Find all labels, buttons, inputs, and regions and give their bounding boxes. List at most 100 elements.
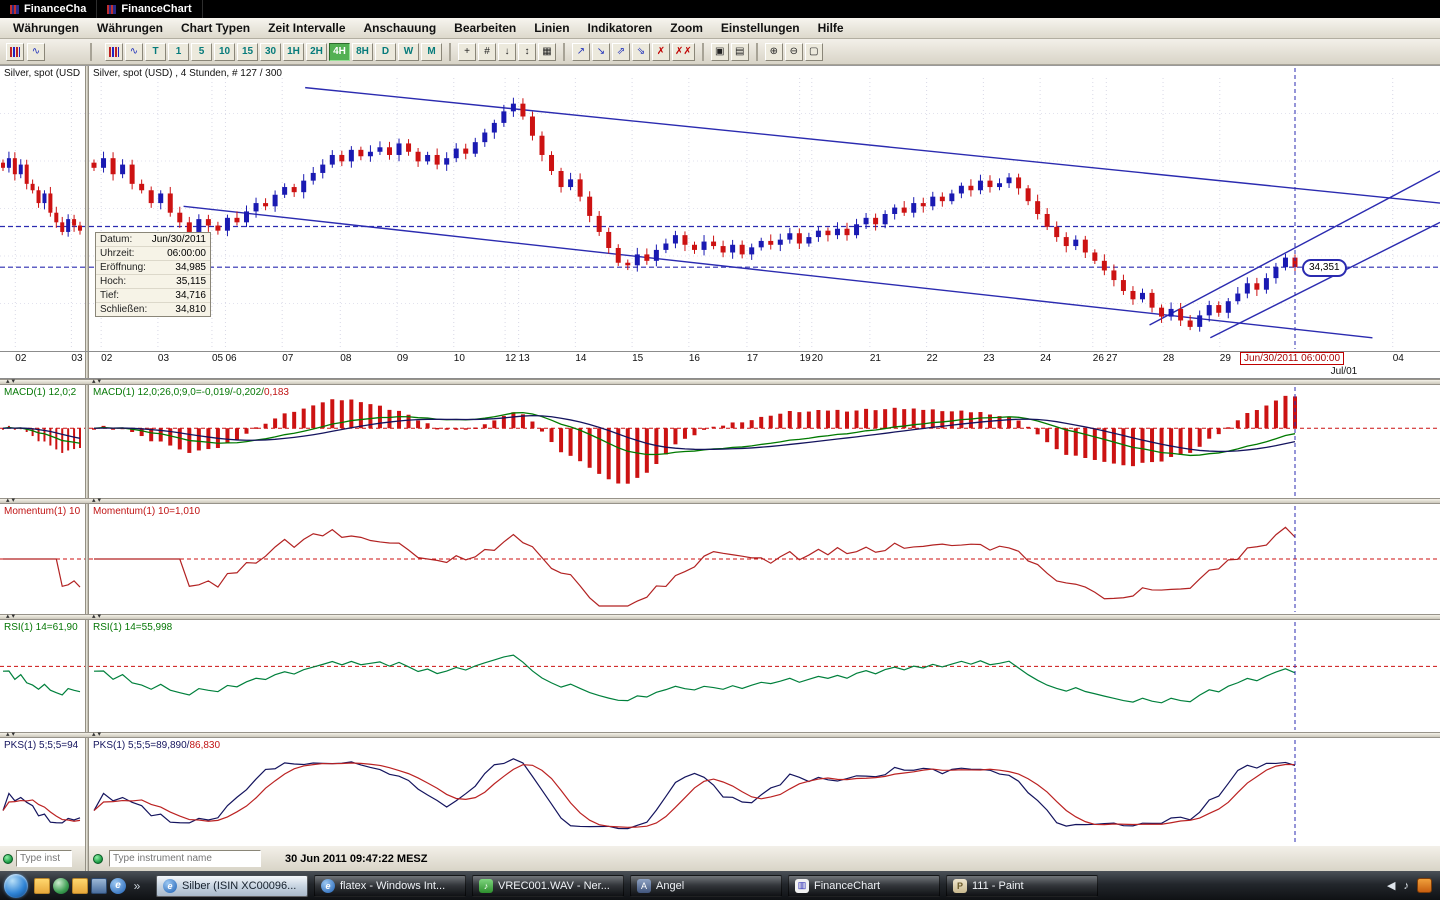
tooltip-row: Schließen:34,810 [96, 303, 210, 316]
zoom-selection-button[interactable]: ▢ [805, 43, 823, 61]
menu-item-0[interactable]: Währungen [4, 21, 88, 35]
timeframe-15-button[interactable]: 15 [237, 43, 258, 61]
delete-all-lines-tool[interactable]: ✗✗ [672, 43, 695, 61]
menu-item-9[interactable]: Einstellungen [712, 21, 809, 35]
menu-item-4[interactable]: Anschauung [355, 21, 446, 35]
display-settings-icon[interactable] [91, 878, 107, 894]
pks-chart-main-svg[interactable] [89, 738, 1440, 846]
grid-toggle-tool[interactable]: # [478, 43, 496, 61]
pks-chart-mini[interactable]: PKS(1) 5;5;5=94 [0, 738, 85, 846]
timeframe-1-button[interactable]: 1 [168, 43, 189, 61]
menu-item-5[interactable]: Bearbeiten [445, 21, 525, 35]
timeframe-4h-button[interactable]: 4H [329, 43, 350, 61]
instrument-search-input[interactable] [109, 850, 261, 867]
window-tab-1[interactable]: FinanceCha [0, 0, 97, 18]
channel-up-tool[interactable]: ⇗ [612, 43, 630, 61]
macd-chart-main-svg[interactable] [89, 385, 1440, 498]
price-chart-mini-svg[interactable] [0, 66, 85, 351]
price-chart-main-svg[interactable] [89, 66, 1440, 351]
rsi-chart-mini-svg[interactable] [0, 620, 85, 732]
print-button[interactable]: ▣ [711, 43, 729, 61]
momentum-pane-body: Momentum(1) 10 Momentum(1) 10=1,010 [0, 504, 1440, 614]
axis-label-24: 24 [1040, 353, 1051, 364]
tooltip-value: 34,810 [175, 304, 206, 315]
timeframe-5-button[interactable]: 5 [191, 43, 212, 61]
tray-app-icon[interactable] [1417, 878, 1432, 893]
macd-chart-mini[interactable]: MACD(1) 12,0;2 [0, 385, 85, 498]
crosshair-tool[interactable]: + [458, 43, 476, 61]
statusbar-main-section: 30 Jun 2011 09:47:22 MESZ [89, 850, 1440, 867]
delete-line-tool[interactable]: ✗ [652, 43, 670, 61]
instrument-search-input-left[interactable] [16, 850, 72, 867]
menu-item-7[interactable]: Indikatoren [579, 21, 662, 35]
timeframe-d-button[interactable]: D [375, 43, 396, 61]
folder-icon[interactable] [72, 878, 88, 894]
momentum-chart-mini[interactable]: Momentum(1) 10 [0, 504, 85, 614]
window-tab-2-label: FinanceChart [121, 3, 191, 15]
price-chart-mini[interactable]: Silver, spot (USD [0, 66, 85, 351]
media-player-icon[interactable] [53, 878, 69, 894]
momentum-chart-main[interactable]: Momentum(1) 10=1,010 [89, 504, 1440, 614]
timeframe-2h-button[interactable]: 2H [306, 43, 327, 61]
price-chart-main[interactable]: Silver, spot (USD) , 4 Stunden, # 127 / … [89, 66, 1440, 351]
menu-item-6[interactable]: Linien [525, 21, 578, 35]
timeframe-t-button[interactable]: T [145, 43, 166, 61]
candlestick-chart-icon[interactable] [105, 43, 123, 61]
axis-label-21: 21 [870, 353, 881, 364]
channel-down-tool[interactable]: ⇘ [632, 43, 650, 61]
ie-quick-launch-icon[interactable]: e [110, 878, 126, 894]
timeframe-m-button[interactable]: M [421, 43, 442, 61]
zoom-out-button[interactable]: ⊖ [785, 43, 803, 61]
trendline-up-tool[interactable]: ↗ [572, 43, 590, 61]
momentum-chart-mini-svg[interactable] [0, 504, 85, 614]
data-label-tool[interactable]: ↓ [498, 43, 516, 61]
menu-item-10[interactable]: Hilfe [809, 21, 853, 35]
print-preview-button[interactable]: ▤ [731, 43, 749, 61]
timeframe-w-button[interactable]: W [398, 43, 419, 61]
rsi-chart-main[interactable]: RSI(1) 14=55,998 [89, 620, 1440, 732]
autoscale-tool[interactable]: ↕ [518, 43, 536, 61]
pks-chart-mini-svg[interactable] [0, 738, 85, 846]
folder-icon[interactable] [34, 878, 50, 894]
trendline-down-tool[interactable]: ↘ [592, 43, 610, 61]
pks-chart-main[interactable]: PKS(1) 5;5;5=89,890/86,830 [89, 738, 1440, 846]
macd-chart-main[interactable]: MACD(1) 12,0;26,0;9,0=-0,019/-0,202/0,18… [89, 385, 1440, 498]
timeframe-8h-button[interactable]: 8H [352, 43, 373, 61]
volume-histogram-tool[interactable]: ▦ [538, 43, 556, 61]
task-button-4[interactable]: ▥FinanceChart [788, 875, 940, 897]
tray-expand-icon[interactable]: ◀ [1387, 879, 1395, 892]
rsi-chart-mini[interactable]: RSI(1) 14=61,90 [0, 620, 85, 732]
task-button-2[interactable]: ♪VREC001.WAV - Ner... [472, 875, 624, 897]
candlestick-chart-icon[interactable] [6, 43, 24, 61]
timeframe-30-button[interactable]: 30 [260, 43, 281, 61]
task-button-3[interactable]: AAngel [630, 875, 782, 897]
menu-item-1[interactable]: Währungen [88, 21, 172, 35]
task-button-5[interactable]: P111 - Paint [946, 875, 1098, 897]
task-button-0[interactable]: eSilber (ISIN XC00096... [156, 875, 308, 897]
axis-label-08: 08 [340, 353, 351, 364]
macd-chart-mini-svg[interactable] [0, 385, 85, 498]
menu-item-8[interactable]: Zoom [661, 21, 712, 35]
toolbar-group-left: ∿ [0, 43, 85, 61]
volume-icon[interactable]: ♪ [1404, 880, 1410, 892]
quick-launch-overflow-chevron[interactable]: » [129, 878, 145, 894]
line-chart-icon[interactable]: ∿ [125, 43, 143, 61]
momentum-chart-main-svg[interactable] [89, 504, 1440, 614]
timeframe-10-button[interactable]: 10 [214, 43, 235, 61]
start-button[interactable] [4, 874, 28, 898]
window-tab-2[interactable]: FinanceChart [97, 0, 202, 18]
axis-label-15: 15 [632, 353, 643, 364]
line-chart-icon[interactable]: ∿ [27, 43, 45, 61]
zoom-in-button[interactable]: ⊕ [765, 43, 783, 61]
timeframe-1h-button[interactable]: 1H [283, 43, 304, 61]
momentum-pane: Momentum(1) 10 Momentum(1) 10=1,010 [0, 498, 1440, 614]
menu-item-2[interactable]: Chart Typen [172, 21, 259, 35]
axis-label-19: 19 [800, 353, 811, 364]
menu-item-3[interactable]: Zeit Intervalle [259, 21, 354, 35]
rsi-chart-main-svg[interactable] [89, 620, 1440, 732]
axis-label-10: 10 [454, 353, 465, 364]
task-button-1[interactable]: eflatex - Windows Int... [314, 875, 466, 897]
menu-bar: WährungenWährungenChart TypenZeit Interv… [0, 18, 1440, 39]
toolbar-separator [756, 43, 758, 61]
price-bubble: 34,351 [1302, 259, 1347, 277]
